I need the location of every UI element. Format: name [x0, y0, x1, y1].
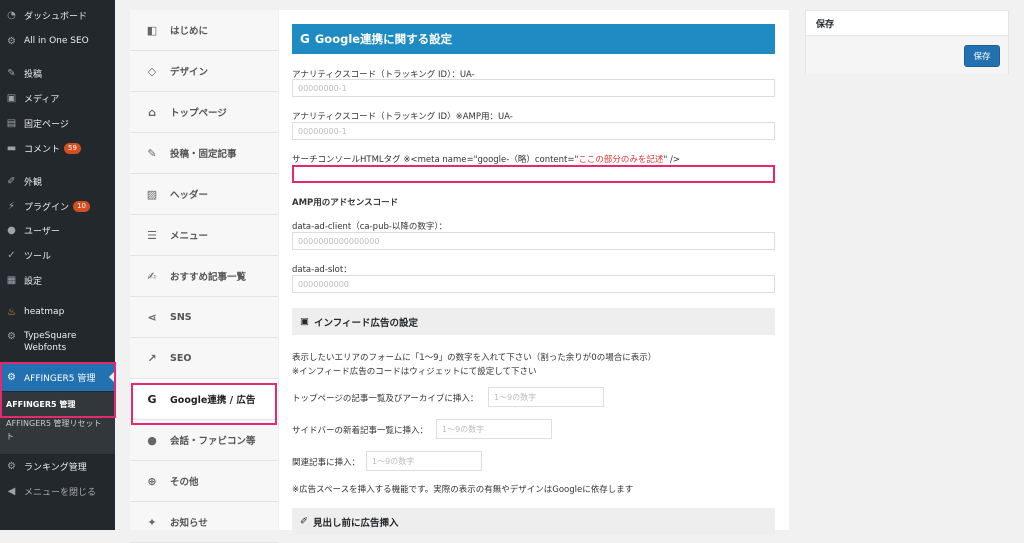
analytics-input[interactable]: 00000000-1	[292, 79, 775, 97]
submenu-affinger5[interactable]: AFFINGER5 管理	[6, 399, 75, 410]
menu-appearance[interactable]: ✐ 外観	[0, 170, 115, 192]
chart-icon: ↗	[147, 351, 157, 365]
twitter-icon: ✦	[147, 515, 157, 529]
gear-icon: ⚙	[7, 460, 16, 472]
dashboard-icon: ◔	[7, 9, 16, 21]
user-icon: ●	[7, 224, 16, 236]
menu-users[interactable]: ● ユーザー	[0, 219, 115, 241]
settings-icon: ▦	[6, 274, 17, 286]
gear-icon: ⚙	[7, 371, 16, 383]
ad-slot-label: data-ad-slot：	[292, 265, 352, 275]
share-icon: ⋖	[147, 310, 157, 324]
tab-menu[interactable]: ☰ メニュー	[130, 215, 278, 256]
infeed-desc-1: 表示したいエリアのフォームに「1〜9」の数字を入れて下さい（割った余りが0の場合…	[292, 353, 657, 363]
menu-tools[interactable]: ✓ ツール	[0, 244, 115, 266]
gear-icon: ⚙	[7, 331, 16, 342]
wand-icon: ✐	[300, 516, 308, 527]
menu-dashboard[interactable]: ◔ ダッシュボード	[0, 4, 115, 26]
ad-client-input[interactable]: 0000000000000000	[292, 232, 775, 250]
tab-intro[interactable]: ◧ はじめに	[130, 10, 278, 51]
infeed-desc-2: ※インフィード広告のコードはウィジェットにて設定して下さい	[292, 367, 537, 377]
ad-icon: ▣	[300, 316, 309, 327]
infeed-heading: ▣ インフィード広告の設定	[292, 308, 775, 335]
tab-sns[interactable]: ⋖ SNS	[130, 297, 278, 338]
affinger-submenu: AFFINGER5 管理 AFFINGER5 管理リセット ト	[0, 392, 115, 454]
sidebar-insert-input[interactable]: 1〜9の数字	[436, 419, 552, 439]
book-icon: ◧	[146, 23, 158, 37]
save-box: 保存 保存	[805, 10, 1009, 74]
menu-affinger5[interactable]: ⚙ AFFINGER5 管理	[0, 363, 115, 391]
search-console-input[interactable]	[292, 165, 775, 183]
media-icon: ▣	[6, 92, 17, 104]
google-icon: G	[147, 392, 157, 406]
menu-posts[interactable]: ✎ 投稿	[0, 62, 115, 84]
edit-icon: ✎	[147, 146, 157, 160]
ad-slot-input[interactable]: 0000000000	[292, 275, 775, 293]
admin-sidebar: ◔ ダッシュボード ⚙ All in One SEO ✎ 投稿 ▣ メディア ▤ 固定ペー…	[0, 0, 115, 530]
menu-heatmap[interactable]: ♨ heatmap	[0, 301, 115, 323]
related-insert-input[interactable]: 1〜9の数字	[366, 451, 482, 471]
settings-panel: G Google連携に関する設定 アナリティクスコード（トラッキング ID）：UA…	[279, 10, 789, 535]
home-icon: ⌂	[148, 105, 156, 119]
chat-icon: ●	[147, 433, 157, 447]
diamond-icon: ◇	[147, 64, 157, 78]
edit-square-icon: ✍	[147, 269, 157, 283]
page-icon: ▤	[6, 117, 17, 129]
heading-ad-section: ✐ 見出し前に広告挿入	[292, 508, 775, 535]
submenu-affinger5-reset[interactable]: AFFINGER5 管理リセット	[6, 418, 101, 429]
active-arrow-icon	[109, 371, 115, 383]
menu-pages[interactable]: ▤ 固定ページ	[0, 112, 115, 134]
plus-circle-icon: ⊕	[147, 474, 157, 488]
related-insert-label: 関連記事に挿入：	[292, 458, 361, 468]
plugin-count-badge: 10	[73, 200, 90, 212]
menu-typesquare[interactable]: ⚙ TypeSquare Webfonts	[0, 330, 115, 360]
wrench-icon: ✓	[7, 249, 16, 261]
menu-comments[interactable]: ▬ コメント 59	[0, 137, 115, 159]
menu-media[interactable]: ▣ メディア	[0, 87, 115, 109]
tab-design[interactable]: ◇ デザイン	[130, 51, 278, 92]
section-title: G Google連携に関する設定	[292, 24, 775, 54]
submenu-affinger5-reset-cont: ト	[6, 432, 14, 441]
menu-settings[interactable]: ▦ 設定	[0, 269, 115, 291]
save-box-title: 保存	[806, 11, 1008, 36]
tab-other[interactable]: ⊕ その他	[130, 461, 278, 502]
menu-ranking[interactable]: ⚙ ランキング管理	[0, 455, 115, 477]
menu-all-in-one-seo[interactable]: ⚙ All in One SEO	[0, 30, 115, 52]
tab-top-page[interactable]: ⌂ トップページ	[130, 92, 278, 133]
ad-client-label: data-ad-client（ca-pub-以降の数字）：	[292, 222, 448, 232]
tab-news[interactable]: ✦ お知らせ	[130, 502, 278, 543]
google-icon: G	[300, 32, 310, 46]
menu-icon: ☰	[147, 228, 157, 242]
tab-seo[interactable]: ↗ SEO	[130, 338, 278, 379]
analytics-amp-input[interactable]: 00000000-1	[292, 122, 775, 140]
menu-plugins[interactable]: ⚡ プラグイン 10	[0, 195, 115, 217]
tab-google[interactable]: G Google連携 / 広告	[130, 379, 278, 420]
top-insert-input[interactable]: 1〜9の数字	[488, 387, 604, 407]
sidebar-insert-label: サイドバーの新着記事一覧に挿入：	[292, 426, 429, 436]
tab-recommended[interactable]: ✍ おすすめ記事一覧	[130, 256, 278, 297]
analytics-amp-label: アナリティクスコード（トラッキング ID）※AMP用：UA-	[292, 112, 513, 122]
heatmap-icon: ♨	[7, 306, 16, 318]
pin-icon: ✎	[7, 67, 16, 79]
save-button[interactable]: 保存	[964, 45, 1000, 67]
search-console-label: サーチコンソールHTMLタグ ※<meta name="google-（略）co…	[292, 155, 681, 165]
amp-adsense-title: AMP用のアドセンスコード	[292, 198, 399, 208]
top-insert-label: トップページの記事一覧及びアーカイブに挿入：	[292, 394, 479, 404]
image-icon: ▨	[146, 187, 158, 201]
comment-icon: ▬	[6, 142, 17, 154]
collapse-icon: ◀	[7, 485, 16, 497]
settings-tabs: ◧ はじめに ◇ デザイン ⌂ トップページ ✎ 投稿・固定記事 ▨ ヘッダー ☰ メニュー…	[130, 10, 278, 543]
tab-chat-favicon[interactable]: ● 会話・ファビコン等	[130, 420, 278, 461]
tab-posts[interactable]: ✎ 投稿・固定記事	[130, 133, 278, 174]
ad-note: ※広告スペースを挿入する機能です。実際の表示の有無やデザインはGoogleに依存…	[292, 485, 634, 495]
gear-icon: ⚙	[7, 35, 16, 47]
tab-header[interactable]: ▨ ヘッダー	[130, 174, 278, 215]
brush-icon: ✐	[7, 175, 16, 187]
plugin-icon: ⚡	[7, 200, 16, 212]
menu-collapse[interactable]: ◀ メニューを閉じる	[0, 480, 115, 502]
comment-count-badge: 59	[64, 142, 81, 154]
